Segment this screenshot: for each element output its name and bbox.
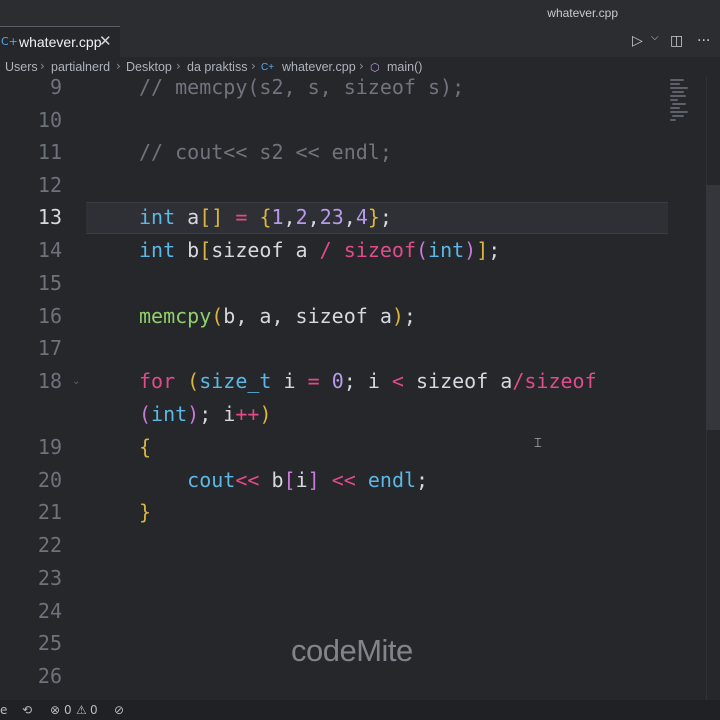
code-line-21: } bbox=[139, 500, 152, 524]
run-icon[interactable]: ▷ bbox=[632, 33, 643, 49]
breadcrumb-whatever-cpp[interactable]: whatever.cpp bbox=[282, 60, 356, 74]
tab-label: whatever.cpp bbox=[19, 34, 102, 50]
line-number: 21 bbox=[37, 500, 62, 524]
line-number: 17 bbox=[37, 336, 62, 360]
fold-chevron-icon[interactable]: ⌄ bbox=[72, 376, 80, 387]
code-line-16: memcpy(b, a, sizeof a); bbox=[139, 304, 416, 328]
line-number: 9 bbox=[49, 77, 62, 99]
text-cursor-icon: ⌶ bbox=[534, 436, 542, 451]
chevron-right-icon: › bbox=[116, 59, 121, 73]
tab-bar: C+ whatever.cpp ✕ ▷ ⌵ ◫ ··· bbox=[0, 26, 720, 58]
breadcrumb-da-praktiss[interactable]: da praktiss bbox=[187, 60, 247, 74]
split-editor-icon[interactable]: ◫ bbox=[670, 33, 683, 49]
code-line-13: int a[] = {1,2,23,4}; bbox=[139, 205, 392, 229]
minimap[interactable] bbox=[668, 77, 708, 167]
code-line-20: cout<< b[i] << endl; bbox=[187, 468, 429, 492]
cpp-file-icon: C+ bbox=[1, 35, 18, 48]
vertical-scrollbar[interactable] bbox=[706, 185, 720, 430]
warning-count[interactable]: 0 bbox=[90, 703, 98, 717]
more-actions-icon[interactable]: ··· bbox=[697, 33, 710, 49]
breadcrumb-users[interactable]: Users bbox=[5, 60, 38, 74]
line-number: 25 bbox=[37, 631, 62, 655]
error-count[interactable]: 0 bbox=[64, 703, 72, 717]
chevron-right-icon: › bbox=[251, 59, 256, 73]
line-number: 24 bbox=[37, 599, 62, 623]
breadcrumb: Users › partialnerd › Desktop › da prakt… bbox=[0, 57, 720, 77]
breadcrumb-main[interactable]: main() bbox=[387, 60, 422, 74]
breadcrumb-desktop[interactable]: Desktop bbox=[126, 60, 172, 74]
code-line-14: int b[sizeof a / sizeof(int)]; bbox=[139, 238, 501, 262]
line-number: 23 bbox=[37, 566, 62, 590]
line-number: 18 bbox=[37, 369, 62, 393]
line-number: 12 bbox=[37, 173, 62, 197]
line-number-active: 13 bbox=[37, 205, 62, 229]
line-number: 16 bbox=[37, 304, 62, 328]
line-number: 11 bbox=[37, 140, 62, 164]
line-number: 20 bbox=[37, 468, 62, 492]
line-number: 19 bbox=[37, 435, 62, 459]
chevron-right-icon: › bbox=[176, 59, 181, 73]
code-line-18-wrap: (int); i++) bbox=[139, 402, 272, 426]
function-symbol-icon: ⬡ bbox=[370, 61, 380, 74]
cpp-file-icon: C+ bbox=[261, 62, 275, 73]
line-number: 22 bbox=[37, 533, 62, 557]
run-dropdown-icon[interactable]: ⌵ bbox=[651, 32, 659, 43]
title-bar: whatever.cpp bbox=[0, 0, 720, 26]
line-number: 14 bbox=[37, 238, 62, 262]
error-icon[interactable]: ⊗ bbox=[50, 703, 60, 717]
notification-icon[interactable]: ⊘ bbox=[114, 703, 124, 717]
line-number: 26 bbox=[37, 664, 62, 688]
code-line-11: // cout<< s2 << endl; bbox=[139, 140, 392, 164]
chevron-right-icon: › bbox=[40, 59, 45, 73]
status-left-partial: e bbox=[0, 703, 8, 717]
line-number: 10 bbox=[37, 108, 62, 132]
code-line-19: { bbox=[139, 435, 152, 459]
code-line-18: for (size_t i = 0; i < sizeof a/sizeof bbox=[139, 369, 597, 393]
watermark: codeMite bbox=[291, 633, 413, 668]
tab-whatever-cpp[interactable]: C+ whatever.cpp ✕ bbox=[0, 26, 120, 57]
code-line-9: // memcpy(s2, s, sizeof s); bbox=[139, 77, 465, 99]
close-icon[interactable]: ✕ bbox=[99, 32, 112, 50]
code-editor[interactable]: 9 10 11 12 13 14 15 16 17 18 19 20 21 22… bbox=[0, 77, 720, 700]
breadcrumb-partialnerd[interactable]: partialnerd bbox=[51, 60, 110, 74]
chevron-right-icon: › bbox=[359, 59, 364, 73]
status-bar: e ⟲ ⊗ 0 ⚠ 0 ⊘ bbox=[0, 700, 720, 720]
window-title: whatever.cpp bbox=[547, 6, 618, 20]
remote-icon[interactable]: ⟲ bbox=[22, 703, 32, 717]
line-number: 15 bbox=[37, 271, 62, 295]
warning-icon[interactable]: ⚠ bbox=[76, 703, 87, 717]
